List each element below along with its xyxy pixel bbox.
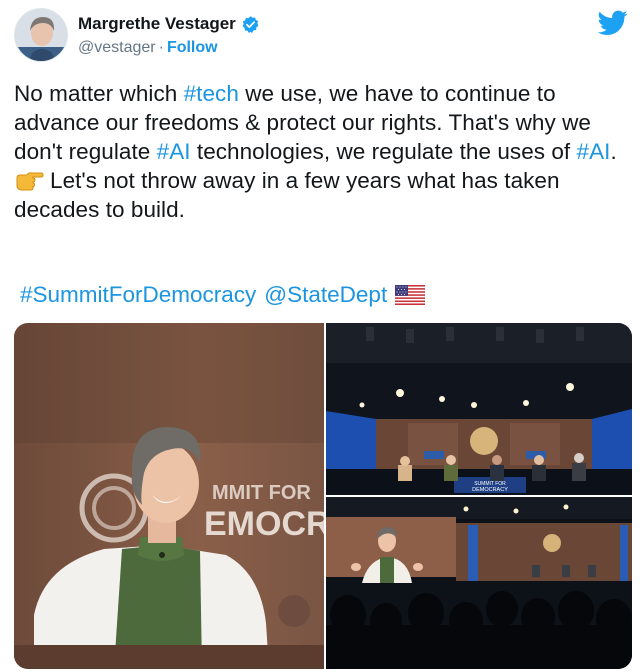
verified-badge-icon: [242, 15, 259, 33]
text-segment: technologies, we regulate the uses of: [190, 139, 577, 164]
avatar[interactable]: [14, 8, 68, 62]
backdrop-text: MMIT FOR: [212, 482, 311, 504]
hashtag-summit[interactable]: #SummitForDemocracy: [20, 282, 256, 308]
mention-statedept[interactable]: @StateDept: [264, 282, 387, 308]
photo-panel-stage[interactable]: SUMMIT FOR DEMOCRACY: [326, 323, 632, 495]
photo-speaker-portrait[interactable]: MMIT FOR EMOCR: [14, 323, 324, 669]
us-flag-icon: [395, 285, 426, 305]
text-segment: Let's not throw away in a few years what…: [14, 168, 560, 222]
backhand-index-pointing-right-icon: [16, 172, 44, 191]
handle[interactable]: @vestager: [78, 39, 156, 56]
twitter-bird-icon[interactable]: [598, 10, 628, 36]
follow-link[interactable]: Follow: [167, 39, 218, 56]
hashtag-ai[interactable]: #AI: [157, 139, 191, 164]
photo-speaker-audience[interactable]: [326, 497, 632, 669]
text-segment: No matter which: [14, 81, 184, 106]
hashtags-line: #SummitForDemocracy @StateDept: [20, 282, 426, 308]
separator-dot: ·: [158, 39, 164, 56]
hashtag-tech[interactable]: #tech: [184, 81, 239, 106]
backdrop-text: EMOCR: [204, 505, 324, 543]
display-name[interactable]: Margrethe Vestager: [78, 14, 236, 34]
tweet-text: No matter which #tech we use, we have to…: [14, 79, 626, 224]
hashtag-ai[interactable]: #AI: [577, 139, 611, 164]
tweet-card: Margrethe Vestager @vestager · Follow No m…: [0, 0, 640, 672]
name-row: Margrethe Vestager: [78, 14, 260, 34]
handle-row: @vestager · Follow: [78, 39, 218, 57]
tweet-header: Margrethe Vestager @vestager · Follow: [12, 6, 628, 62]
text-segment: .: [610, 139, 617, 164]
stage-sign-text: DEMOCRACY: [472, 487, 508, 493]
